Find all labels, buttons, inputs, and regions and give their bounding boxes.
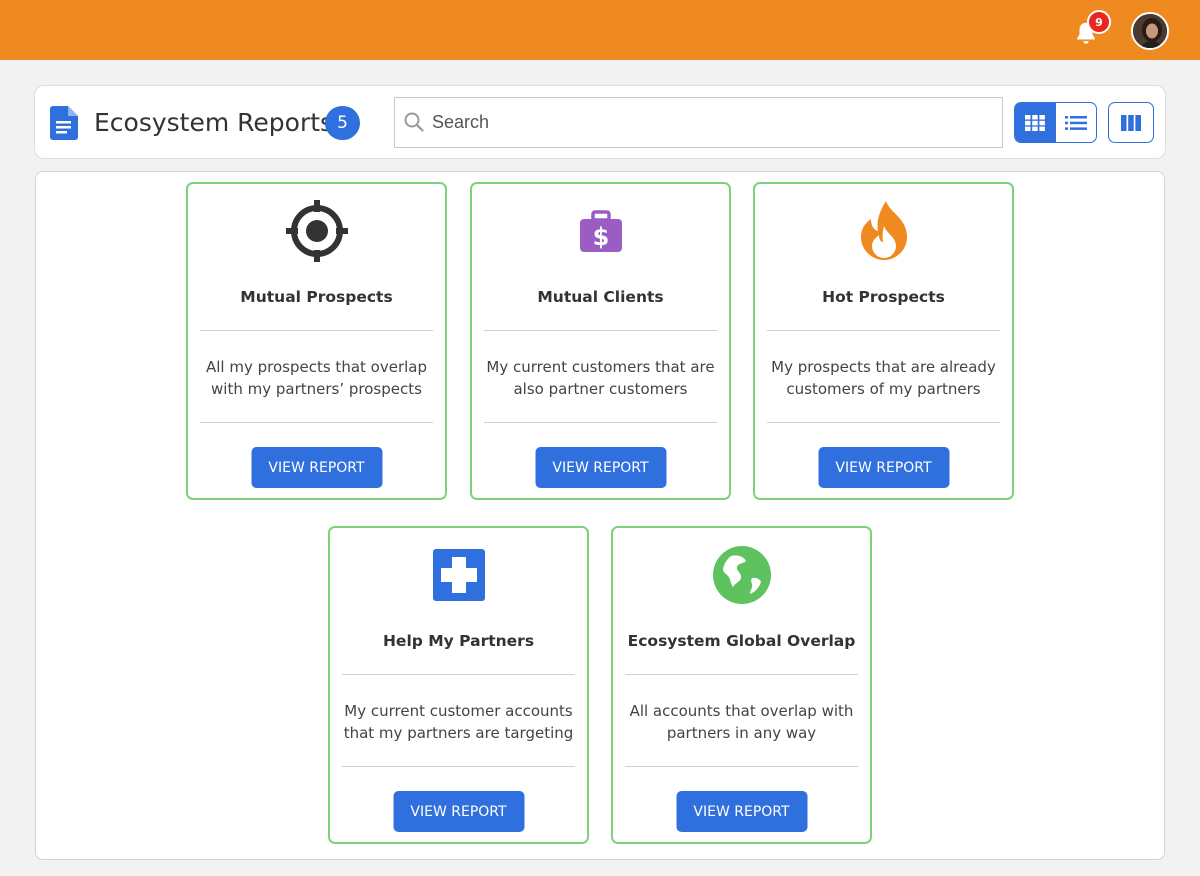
search-input[interactable] (432, 100, 992, 144)
money-bag-icon: $ (568, 198, 634, 264)
divider (342, 766, 575, 767)
view-report-button[interactable]: VIEW REPORT (251, 447, 382, 488)
page-title: Ecosystem Reports (94, 108, 334, 137)
columns-button[interactable] (1108, 102, 1154, 143)
flame-icon (851, 198, 917, 264)
divider (200, 422, 433, 423)
divider (625, 766, 858, 767)
divider (625, 674, 858, 675)
search-icon (404, 112, 424, 132)
report-card-mutual-clients: $ Mutual Clients My current customers th… (470, 182, 731, 500)
report-card-ecosystem-global-overlap: Ecosystem Global Overlap All accounts th… (611, 526, 872, 844)
view-report-button[interactable]: VIEW REPORT (393, 791, 524, 832)
divider (484, 330, 717, 331)
divider (767, 422, 1000, 423)
columns-icon (1121, 114, 1141, 131)
report-card-help-my-partners: Help My Partners My current customer acc… (328, 526, 589, 844)
view-report-button[interactable]: VIEW REPORT (535, 447, 666, 488)
report-card-mutual-prospects: Mutual Prospects All my prospects that o… (186, 182, 447, 500)
list-icon (1064, 115, 1087, 130)
avatar[interactable] (1131, 12, 1169, 50)
plus-icon (426, 542, 492, 608)
divider (342, 674, 575, 675)
card-title: Hot Prospects (822, 288, 945, 306)
target-icon (284, 198, 350, 264)
card-description: My current customers that are also partn… (486, 358, 715, 398)
card-title: Mutual Clients (537, 288, 664, 306)
card-description: My prospects that are already customers … (771, 358, 996, 398)
view-toggle (1014, 102, 1097, 143)
report-card-hot-prospects: Hot Prospects My prospects that are alre… (753, 182, 1014, 500)
view-report-button[interactable]: VIEW REPORT (676, 791, 807, 832)
divider (484, 422, 717, 423)
card-title: Help My Partners (382, 632, 535, 650)
card-title: Mutual Prospects (240, 288, 393, 306)
grid-view-button[interactable] (1015, 103, 1056, 142)
notification-badge[interactable]: 9 (1087, 10, 1111, 34)
card-description: All my prospects that overlap with my pa… (206, 358, 427, 398)
top-bar (0, 0, 1200, 60)
card-description: All accounts that overlap with partners … (629, 702, 854, 742)
view-report-button[interactable]: VIEW REPORT (818, 447, 949, 488)
list-view-button[interactable] (1056, 103, 1097, 142)
report-count-badge: 5 (325, 106, 360, 140)
svg-text:$: $ (592, 223, 609, 251)
divider (200, 330, 433, 331)
document-icon (50, 106, 78, 140)
card-description: My current customer accounts that my par… (343, 702, 574, 742)
grid-icon (1025, 114, 1046, 131)
card-title: Ecosystem Global Overlap (627, 632, 856, 650)
divider (767, 330, 1000, 331)
globe-icon (709, 542, 775, 608)
